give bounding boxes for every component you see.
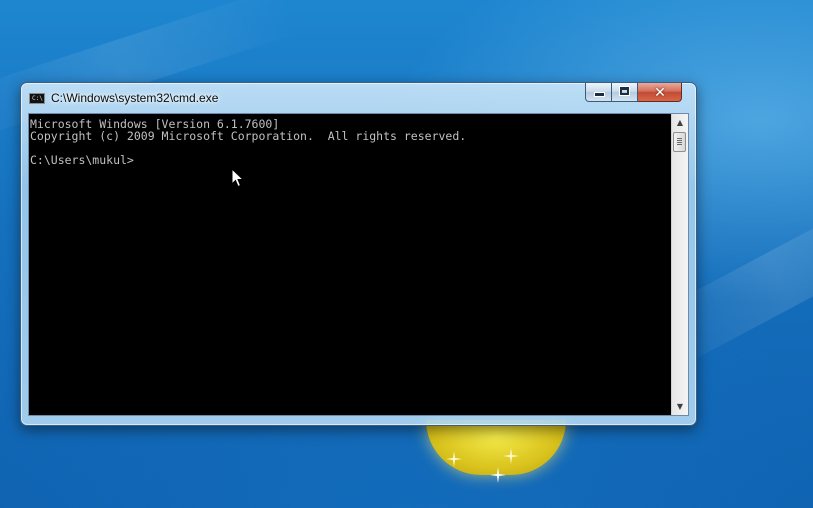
- close-button[interactable]: ✕: [638, 83, 682, 102]
- close-icon: ✕: [654, 84, 666, 101]
- scrollbar-thumb[interactable]: [673, 132, 686, 152]
- caption-buttons: ✕: [585, 83, 682, 102]
- window-title: C:\Windows\system32\cmd.exe: [51, 91, 219, 105]
- scroll-up-arrow-icon[interactable]: ▲: [672, 114, 688, 131]
- title-bar[interactable]: C:\ C:\Windows\system32\cmd.exe ✕: [21, 83, 696, 113]
- vertical-scrollbar[interactable]: ▲ ▼: [671, 114, 688, 415]
- maximize-icon: [620, 87, 629, 95]
- console-prompt: C:\Users\mukul>: [30, 153, 134, 167]
- console-output[interactable]: Microsoft Windows [Version 6.1.7600] Cop…: [29, 114, 671, 415]
- mouse-pointer-icon: [231, 168, 245, 188]
- console-icon[interactable]: C:\: [29, 93, 45, 104]
- console-client-area: Microsoft Windows [Version 6.1.7600] Cop…: [28, 113, 689, 416]
- cmd-window[interactable]: C:\ C:\Windows\system32\cmd.exe ✕ Micros…: [20, 82, 697, 426]
- sparkle-icon: [490, 467, 506, 483]
- sparkle-icon: [446, 451, 462, 467]
- sparkle-icon: [503, 448, 519, 464]
- scroll-down-arrow-icon[interactable]: ▼: [672, 398, 688, 415]
- grip-icon: [677, 138, 682, 146]
- minimize-icon: [595, 93, 604, 96]
- console-line: Copyright (c) 2009 Microsoft Corporation…: [30, 129, 467, 143]
- maximize-button[interactable]: [612, 83, 638, 102]
- minimize-button[interactable]: [585, 83, 612, 102]
- console-icon-label: C:\: [32, 95, 43, 102]
